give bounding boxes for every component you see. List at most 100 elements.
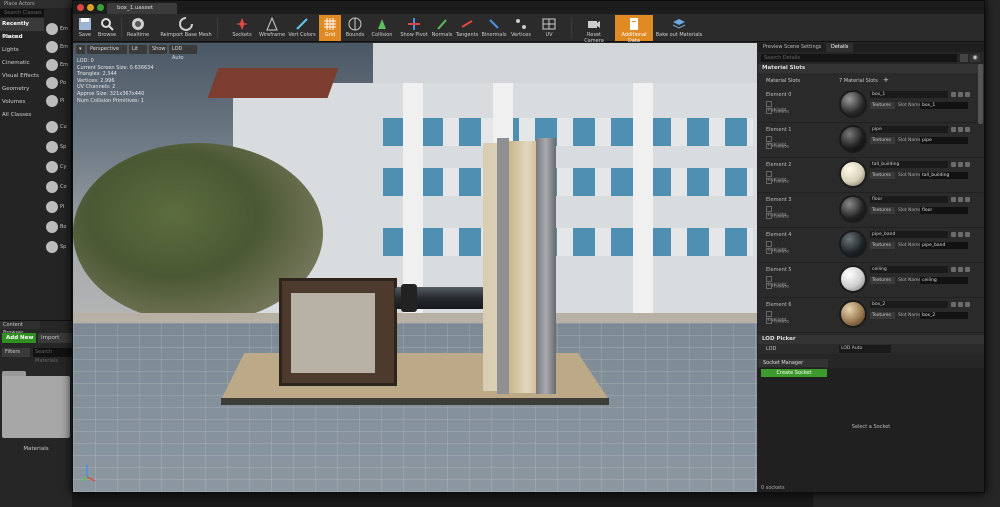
category-lights[interactable]: Lights bbox=[0, 44, 44, 57]
actor-item[interactable]: Em bbox=[46, 56, 72, 74]
normals-button[interactable]: Normals bbox=[431, 15, 453, 41]
category-basic[interactable]: Basic bbox=[0, 31, 44, 44]
actor-item[interactable]: Pl bbox=[46, 198, 72, 216]
details-scrollbar[interactable] bbox=[978, 64, 983, 124]
browse-icon[interactable] bbox=[958, 197, 963, 202]
reimport-base-mesh-button[interactable]: Reimport Base Mesh bbox=[159, 15, 213, 41]
collision-button[interactable]: Collision bbox=[369, 15, 395, 41]
material-thumbnail[interactable] bbox=[839, 125, 867, 153]
isolate-checkbox[interactable]: Isolate bbox=[766, 318, 792, 325]
textures-dropdown[interactable]: Textures bbox=[870, 102, 895, 109]
textures-dropdown[interactable]: Textures bbox=[870, 277, 895, 284]
filters-button[interactable]: Filters bbox=[2, 348, 30, 357]
arrow-left-icon[interactable] bbox=[951, 232, 956, 237]
bake-out-materials-button[interactable]: Bake out Materials bbox=[655, 15, 703, 41]
material-thumbnail[interactable] bbox=[839, 265, 867, 293]
textures-dropdown[interactable]: Textures bbox=[870, 207, 895, 214]
content-browser-tab[interactable]: Content Browser bbox=[0, 321, 40, 336]
actor-item[interactable]: Bo bbox=[46, 218, 72, 236]
search-classes-input[interactable]: Search Classes bbox=[0, 9, 44, 17]
grid-button[interactable]: Grid bbox=[319, 15, 341, 41]
realtime-button[interactable]: Realtime bbox=[125, 15, 151, 41]
perspective-button[interactable]: Perspective bbox=[87, 45, 127, 54]
arrow-left-icon[interactable] bbox=[951, 92, 956, 97]
isolate-checkbox[interactable]: Isolate bbox=[766, 248, 792, 255]
asset-tab[interactable]: box_1.uasset bbox=[107, 3, 177, 14]
save-button[interactable]: Save bbox=[75, 15, 95, 41]
lit-button[interactable]: Lit bbox=[129, 45, 147, 54]
material-select[interactable]: pipe_band bbox=[870, 231, 948, 238]
tab-details[interactable]: Details bbox=[826, 43, 854, 52]
actor-item[interactable]: Pl bbox=[46, 92, 72, 110]
category-cinematic[interactable]: Cinematic bbox=[0, 57, 44, 70]
reset-icon[interactable] bbox=[965, 232, 970, 237]
material-select[interactable]: tall_building bbox=[870, 161, 948, 168]
actor-item[interactable]: Co bbox=[46, 178, 72, 196]
category-recently-placed[interactable]: Recently Placed bbox=[0, 18, 44, 40]
viewport[interactable]: ▾ Perspective Lit Show LOD Auto LOD: 0 C… bbox=[73, 43, 757, 492]
add-slot-icon[interactable]: + bbox=[883, 76, 889, 84]
section-lod-picker[interactable]: LOD Picker bbox=[758, 335, 984, 344]
lod-select[interactable]: LOD Auto bbox=[839, 345, 891, 353]
viewport-options-button[interactable]: ▾ bbox=[76, 45, 85, 54]
eye-icon[interactable]: ◉ bbox=[970, 54, 980, 62]
import-button[interactable]: Import bbox=[38, 333, 72, 343]
browse-icon[interactable] bbox=[958, 127, 963, 132]
folder-icon[interactable] bbox=[2, 376, 70, 438]
reset-icon[interactable] bbox=[965, 302, 970, 307]
slot-name-input[interactable]: floor bbox=[920, 207, 968, 214]
show-pivot-button[interactable]: Show Pivot bbox=[399, 15, 429, 41]
reset-camera-button[interactable]: Reset Camera bbox=[577, 15, 611, 44]
actor-item[interactable]: Sp bbox=[46, 238, 72, 256]
slot-name-input[interactable]: pipe_band bbox=[920, 242, 968, 249]
socket-manager-tab[interactable]: Socket Manager bbox=[758, 359, 828, 367]
view-options-icon[interactable] bbox=[960, 54, 968, 62]
category-geometry[interactable]: Geometry bbox=[0, 83, 44, 96]
slot-name-input[interactable]: ceiling bbox=[920, 277, 968, 284]
tab-preview-scene-settings[interactable]: Preview Scene Settings bbox=[758, 43, 826, 52]
isolate-checkbox[interactable]: Isolate bbox=[766, 108, 792, 115]
additional-data-button[interactable]: Additional Data bbox=[615, 15, 653, 44]
browse-icon[interactable] bbox=[958, 267, 963, 272]
material-select[interactable]: floor bbox=[870, 196, 948, 203]
textures-dropdown[interactable]: Textures bbox=[870, 312, 895, 319]
slot-name-input[interactable]: pipe bbox=[920, 137, 968, 144]
close-icon[interactable] bbox=[77, 4, 84, 11]
minimize-icon[interactable] bbox=[87, 4, 94, 11]
actor-item[interactable]: Em bbox=[46, 38, 72, 56]
browse-icon[interactable] bbox=[958, 92, 963, 97]
category-volumes[interactable]: Volumes bbox=[0, 96, 44, 109]
isolate-checkbox[interactable]: Isolate bbox=[766, 143, 792, 150]
browse-icon[interactable] bbox=[958, 232, 963, 237]
material-thumbnail[interactable] bbox=[839, 90, 867, 118]
material-select[interactable]: pipe bbox=[870, 126, 948, 133]
material-thumbnail[interactable] bbox=[839, 195, 867, 223]
uv-button[interactable]: UV bbox=[535, 15, 563, 41]
show-button[interactable]: Show bbox=[149, 45, 167, 54]
isolate-checkbox[interactable]: Isolate bbox=[766, 283, 792, 290]
title-bar[interactable]: box_1.uasset bbox=[73, 1, 984, 14]
sockets-button[interactable]: Sockets bbox=[229, 15, 255, 41]
vertices-button[interactable]: Vertices bbox=[509, 15, 533, 41]
actor-item[interactable]: Em bbox=[46, 20, 72, 38]
reset-icon[interactable] bbox=[965, 197, 970, 202]
reset-icon[interactable] bbox=[965, 127, 970, 132]
section-material-slots[interactable]: Material Slots bbox=[758, 64, 984, 73]
browse-icon[interactable] bbox=[958, 162, 963, 167]
textures-dropdown[interactable]: Textures bbox=[870, 172, 895, 179]
reset-icon[interactable] bbox=[965, 267, 970, 272]
actor-item[interactable]: Cy bbox=[46, 158, 72, 176]
slot-name-input[interactable]: tall_building bbox=[920, 172, 968, 179]
wireframe-button[interactable]: Wireframe bbox=[257, 15, 287, 41]
arrow-left-icon[interactable] bbox=[951, 302, 956, 307]
material-select[interactable]: ceiling bbox=[870, 266, 948, 273]
create-socket-button[interactable]: Create Socket bbox=[761, 369, 827, 377]
actor-item[interactable]: Po bbox=[46, 74, 72, 92]
material-select[interactable]: box_1 bbox=[870, 91, 948, 98]
category-visual-effects[interactable]: Visual Effects bbox=[0, 70, 44, 83]
material-thumbnail[interactable] bbox=[839, 300, 867, 328]
add-new-button[interactable]: Add New bbox=[2, 333, 36, 343]
arrow-left-icon[interactable] bbox=[951, 197, 956, 202]
arrow-left-icon[interactable] bbox=[951, 127, 956, 132]
browse-button[interactable]: Browse bbox=[95, 15, 119, 41]
